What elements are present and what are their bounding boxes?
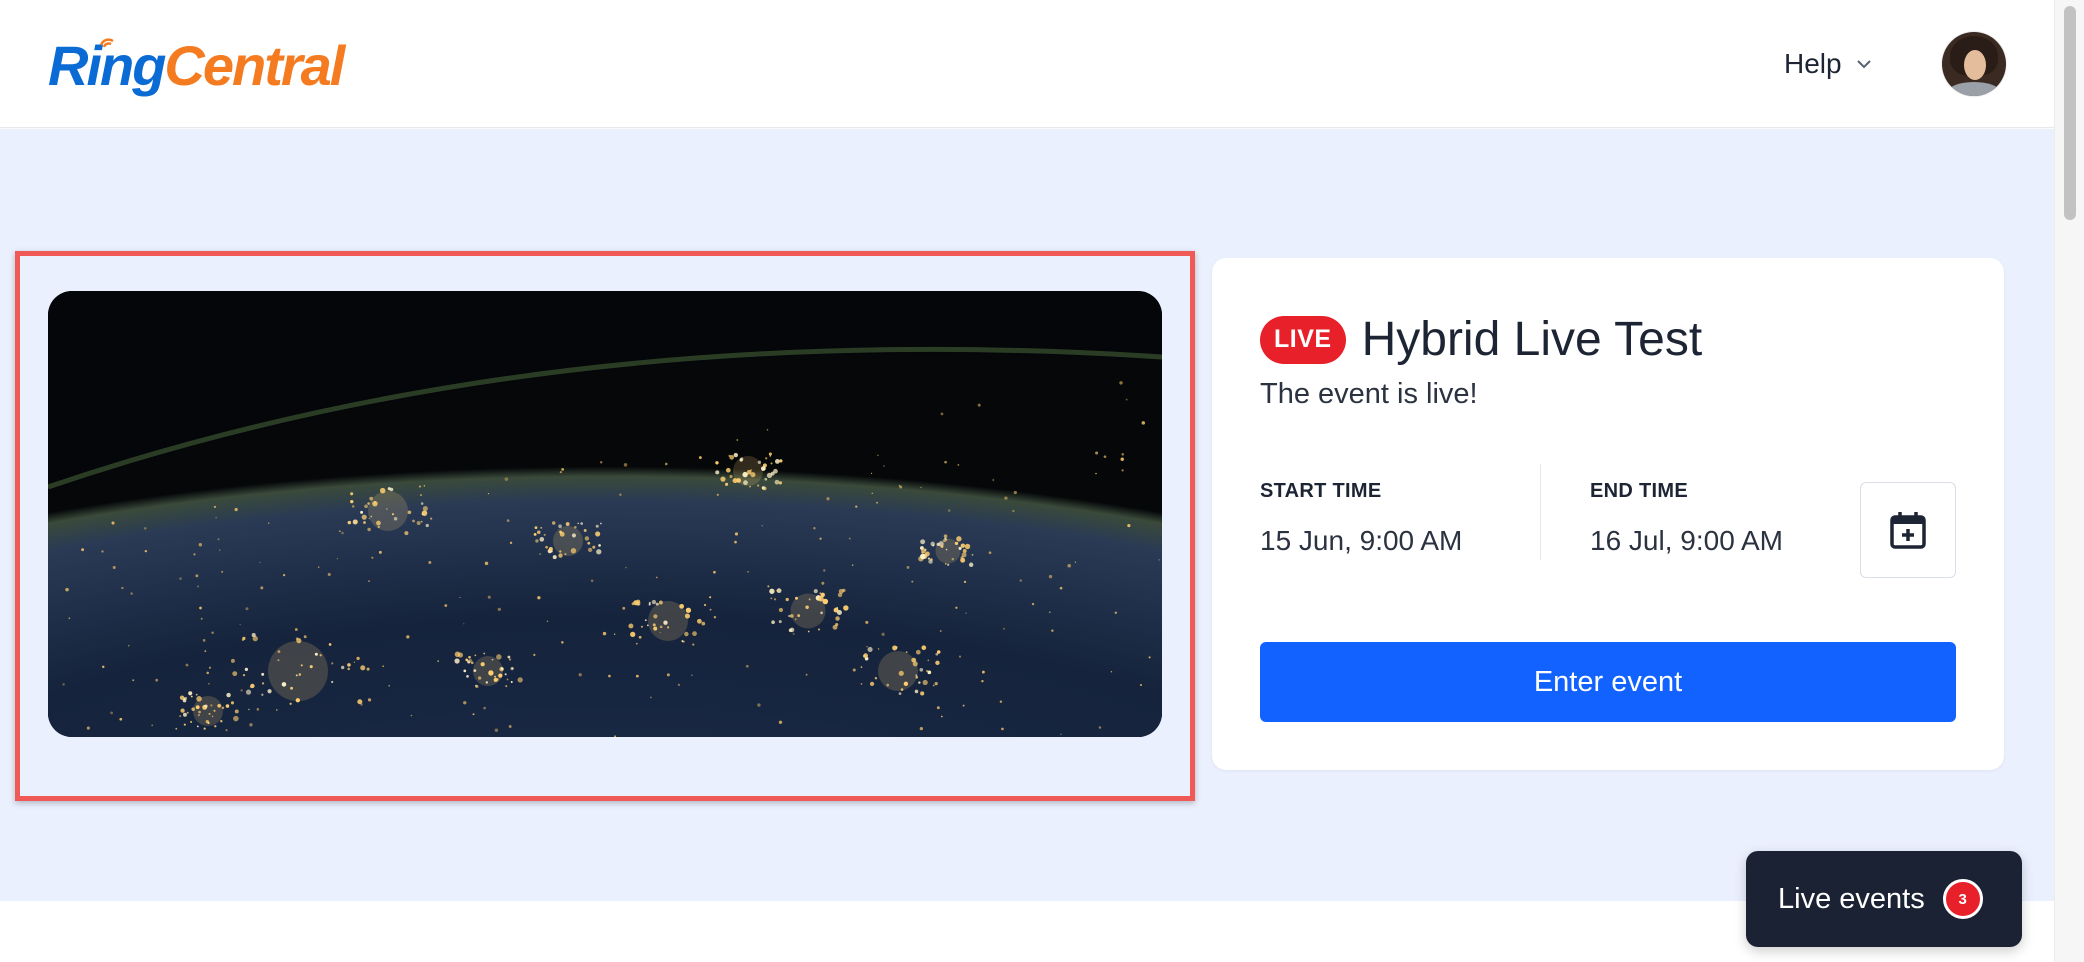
page: Ring Central Help LIVE Hybrid Live Test … [0,0,2084,962]
logo-central-text: Central [164,34,345,97]
live-events-count-badge: 3 [1942,879,1983,919]
enter-event-button[interactable]: Enter event [1260,642,1956,722]
event-status-text: The event is live! [1260,378,1478,410]
top-bar: Ring Central Help [0,0,2054,128]
end-time: END TIME 16 Jul, 9:00 AM [1590,480,1783,557]
live-events-label: Live events [1778,882,1925,915]
page-scrollbar[interactable] [2054,0,2084,962]
event-title-row: LIVE Hybrid Live Test [1260,312,1702,367]
scrollbar-thumb[interactable] [2064,6,2076,220]
earth-night-image [48,291,1162,737]
ringcentral-logo[interactable]: Ring Central [48,34,345,98]
add-to-calendar-button[interactable] [1860,482,1956,578]
calendar-add-icon [1890,512,1926,549]
event-title: Hybrid Live Test [1361,313,1703,366]
event-cover-image [48,291,1162,737]
live-badge: LIVE [1260,315,1346,364]
avatar-shirt [1948,82,2000,96]
help-label: Help [1784,48,1842,79]
start-time-label: START TIME [1260,480,1382,502]
chevron-down-icon [1856,60,1871,69]
help-menu[interactable]: Help [1784,46,1874,82]
start-time: START TIME 15 Jun, 9:00 AM [1260,480,1462,557]
time-divider [1540,464,1541,560]
user-avatar[interactable] [1942,32,2006,96]
event-card: LIVE Hybrid Live Test The event is live!… [1212,258,2004,770]
avatar-face [1964,50,1986,80]
end-time-label: END TIME [1590,480,1688,502]
start-time-value: 15 Jun, 9:00 AM [1260,525,1463,556]
end-time-value: 16 Jul, 9:00 AM [1590,525,1784,556]
live-events-button[interactable]: Live events 3 [1746,851,2022,947]
wifi-icon [99,38,114,48]
